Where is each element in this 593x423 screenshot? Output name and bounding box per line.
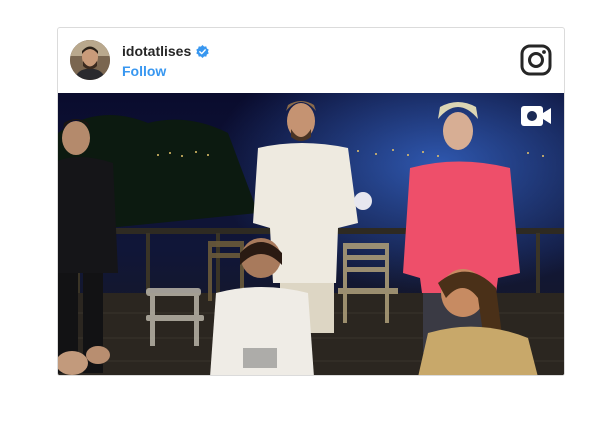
avatar-image <box>70 40 110 80</box>
avatar[interactable] <box>70 40 110 80</box>
post-video[interactable] <box>58 93 564 375</box>
instagram-logo-icon[interactable] <box>520 44 552 76</box>
video-camera-icon <box>520 105 552 127</box>
follow-link[interactable]: Follow <box>122 63 166 79</box>
post-header: idotatlises Follow <box>58 28 564 93</box>
username-row: idotatlises <box>122 43 209 59</box>
verified-badge-icon <box>196 44 209 58</box>
video-frame <box>58 93 564 375</box>
instagram-embed-card: idotatlises Follow <box>57 27 565 376</box>
username[interactable]: idotatlises <box>122 43 191 59</box>
